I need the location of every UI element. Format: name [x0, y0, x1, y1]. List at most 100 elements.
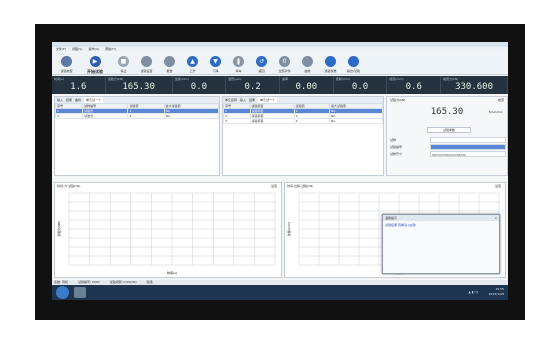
toolbar-button[interactable]: ❚ 停车: [228, 53, 249, 73]
readout-value: 330.600: [455, 82, 493, 92]
tab-active[interactable]: 单元试一个: [258, 97, 278, 103]
readout-cell: 控制(mm) 0.0: [334, 76, 388, 94]
toolbar-button-label: 报告: [166, 69, 173, 73]
toolbar-button-label: 上升: [189, 69, 196, 73]
toolbar-button-label: 试验类型: [60, 69, 73, 73]
readout-cell: 时间(s) 1.6: [52, 76, 106, 94]
toolbar-button[interactable]: ■ 停止: [113, 53, 134, 73]
table-cell: 3: [223, 118, 251, 124]
side-field-value[interactable]: 50mm×50mm×50mm: [430, 151, 506, 157]
toolbar-button[interactable]: 试验类型: [56, 53, 77, 73]
y-axis-label: 试验力(kN): [56, 221, 61, 236]
test-params-button[interactable]: 试验参数: [427, 127, 471, 133]
readout-value: 0.6: [405, 82, 422, 92]
toolbar-button[interactable]: 0 全部清零: [274, 53, 295, 73]
side-field-value[interactable]: [430, 144, 506, 150]
readout-value: 0.0: [190, 82, 208, 92]
popup-text: 试验结果 查看请 (右键): [385, 223, 417, 227]
toolbar: 试验类型 ▶ 开始试验 ■ 停止 试验设置 报告 ▲ 上升 ▼ 下降 ❚ 停车 ↺ 返回 0 全部清零 曲线 通道校…: [52, 53, 508, 75]
tab-item[interactable]: 输入: [57, 97, 63, 103]
pause-icon: ❚: [233, 56, 244, 67]
table-cell: 2: [54, 113, 84, 119]
test-table: 序号 试样编号 试验值 最大试验值 1 试验式 2 NA 2 试验式 2 NA: [54, 103, 220, 119]
toolbar-button[interactable]: ▲ 上升: [182, 53, 203, 73]
toolbar-button-label: 曲线: [304, 69, 311, 73]
close-icon[interactable]: ×: [494, 215, 497, 221]
toolbar-button-label: 返回: [258, 69, 265, 73]
menu-item-0[interactable]: 文件(F): [56, 47, 66, 52]
toolbar-button-label: 停止: [120, 69, 127, 73]
readout-cell: 速率 0.00: [280, 76, 334, 94]
tab-item[interactable]: 单元名称: [225, 97, 237, 103]
readout-caption: 变形(μm): [228, 77, 242, 81]
readout-caption: 时间(s): [54, 77, 64, 81]
readout-value: 0.0: [351, 82, 369, 92]
reset-icon: 0: [279, 56, 290, 67]
side-unit: 5mm/min: [488, 110, 503, 114]
popup-title: 温馨提示: [385, 216, 398, 220]
arrow-up-icon: ▲: [187, 56, 198, 67]
readout-cell: 峰值力(kN) 330.600: [441, 76, 508, 94]
force-chart: 时间(s) 试验力(kN): [56, 192, 276, 275]
readout-bar: 时间(s) 1.6 试验力(kN) 165.30 位移(mm) 0.0 变形(μm) 0.2 速…: [52, 76, 508, 94]
readout-value: 0.00: [295, 82, 318, 92]
output-icon: [348, 56, 359, 67]
start-button[interactable]: [56, 286, 69, 299]
table-row[interactable]: 3 试验项目 2 NA: [223, 118, 384, 124]
toolbar-button[interactable]: 报告: [159, 53, 180, 73]
tray-icons[interactable]: ▲ ◧ ◔: [468, 290, 478, 294]
readout-cell: 变形(μm) 0.2: [226, 76, 280, 94]
toolbar-button-label: 停车: [235, 69, 242, 73]
calibrate-icon: [325, 56, 336, 67]
menu-item-2[interactable]: 操作(O): [88, 47, 99, 52]
toolbar-button[interactable]: 通道校准: [320, 53, 341, 73]
readout-caption: 峰值力(kN): [443, 77, 459, 81]
test-table-panel: 输入 结果 曲线 单元试一个 序号 试样编号 试验值 最大试验值 1 试验式 2 NA 2 试验式 2 NA: [54, 96, 220, 176]
toolbar-button[interactable]: 输出/试验: [343, 53, 364, 73]
readout-value: 0.2: [244, 82, 261, 92]
clock[interactable]: 15:55 2015/1/28: [489, 287, 504, 297]
toolbar-button-label: 全部清零: [278, 69, 291, 73]
readout-cell: 峰值(mm) 0.6: [387, 76, 442, 94]
tab-item[interactable]: 结果: [66, 97, 72, 103]
table-cell: 试验式: [82, 113, 129, 119]
side-field-value[interactable]: [430, 137, 506, 143]
menu-bar: 文件(F) 视图(V) 操作(O) 帮助(H): [52, 47, 508, 52]
item-table: 序号 试验项目 试验值 最大试验值 1 试验项目 2 NA 2 试验项目 2 NA 3 试验项目 2 NA: [223, 103, 384, 124]
return-icon: ↺: [256, 56, 267, 67]
side-field-label: 试样尺寸: [390, 152, 403, 156]
tab-item[interactable]: 结果: [249, 97, 255, 103]
toolbar-button-label: 输出/试验: [346, 69, 360, 73]
readout-cell: 试验力(kN) 165.30: [106, 76, 173, 94]
toolbar-button[interactable]: ▶ 开始试验: [79, 53, 111, 75]
table-cell: 2: [293, 118, 330, 124]
readout-caption: 位移(mm): [174, 77, 189, 81]
tab-item[interactable]: 曲线: [75, 97, 81, 103]
toolbar-button[interactable]: 试验设置: [136, 53, 157, 73]
curve-icon: [302, 56, 313, 67]
side-title-row: 试验力(kN) 峰值: [387, 97, 507, 103]
table-cell: 2: [127, 113, 165, 119]
toolbar-button-label: 通道校准: [324, 69, 337, 73]
readout-value: 1.6: [70, 82, 87, 92]
toolbar-button[interactable]: ↺ 返回: [251, 53, 272, 73]
stop-icon: ■: [118, 56, 129, 67]
menu-item-3[interactable]: 帮助(H): [105, 47, 116, 52]
toolbar-button[interactable]: ▼ 下降: [205, 53, 226, 73]
readout-caption: 试验力(kN): [107, 77, 124, 81]
table-row[interactable]: 2 试验式 2 NA: [54, 113, 220, 119]
tab-item[interactable]: 输入: [240, 97, 246, 103]
toolbar-button-label: 下降: [212, 69, 219, 73]
clipboard-icon: [61, 56, 72, 67]
item-table-panel: 单元名称 输入 结果 单元试一个 序号 试验项目 试验值 最大试验值 1 试验项目 2 NA 2 试验项…: [222, 96, 384, 176]
tab-active[interactable]: 单元试一个: [84, 97, 104, 103]
readout-cell: 位移(mm) 0.0: [173, 76, 227, 94]
taskbar-app-icon[interactable]: [74, 287, 86, 298]
menu-item-1[interactable]: 视图(V): [72, 47, 82, 52]
toolbar-button[interactable]: 曲线: [297, 53, 318, 73]
taskbar: ▲ ◧ ◔ 15:55 2015/1/28: [52, 285, 508, 300]
app-window: 文件(F) 视图(V) 操作(O) 帮助(H) 试验类型 ▶ 开始试验 ■ 停止 试验设置 报告 ▲…: [52, 42, 508, 300]
force-side-panel: 试验力(kN) 峰值 165.30 5mm/min 试验参数 试样 试验编号 试样尺…: [386, 96, 508, 176]
y-axis-label: 位移(mm): [286, 222, 291, 236]
arrow-down-icon: ▼: [210, 56, 221, 67]
